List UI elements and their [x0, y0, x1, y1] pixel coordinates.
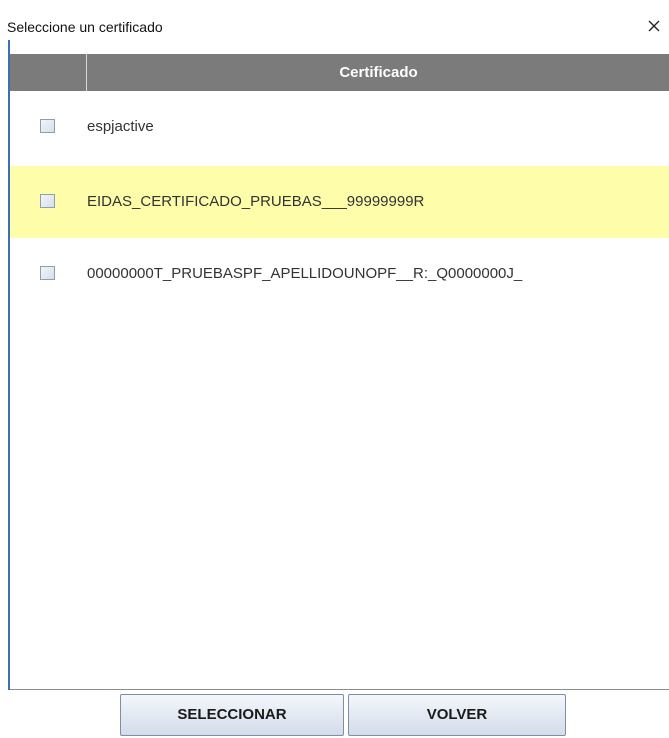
close-icon[interactable]: [644, 16, 664, 36]
row-checkbox[interactable]: [40, 266, 55, 280]
column-header-certificado: Certificado: [339, 64, 418, 81]
title-bar: Seleccione un certificado: [0, 0, 669, 40]
footer-separator: [10, 689, 669, 690]
dialog-title: Seleccione un certificado: [7, 19, 163, 35]
certificate-name: 00000000T_PRUEBASPF_APELLIDOUNOPF__R:_Q0…: [87, 265, 523, 282]
table-header: Certificado: [10, 54, 669, 91]
checkbox-column-header: [10, 54, 87, 91]
certificate-row[interactable]: 00000000T_PRUEBASPF_APELLIDOUNOPF__R:_Q0…: [10, 238, 669, 310]
certificate-row-highlighted[interactable]: EIDAS_CERTIFICADO_PRUEBAS___99999999R: [10, 166, 669, 238]
row-checkbox[interactable]: [40, 194, 55, 208]
select-button[interactable]: SELECCIONAR: [120, 694, 344, 736]
row-checkbox[interactable]: [40, 119, 55, 133]
certificate-name: EIDAS_CERTIFICADO_PRUEBAS___99999999R: [87, 193, 425, 210]
certificate-row[interactable]: espjactive: [10, 91, 669, 163]
back-button[interactable]: VOLVER: [348, 694, 566, 736]
certificate-name: espjactive: [87, 118, 154, 135]
